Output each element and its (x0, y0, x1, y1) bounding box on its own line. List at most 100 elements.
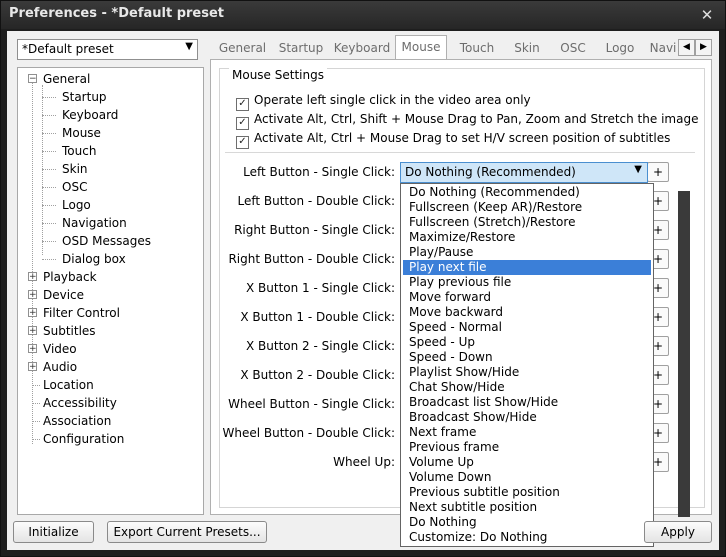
tree-guide (32, 439, 40, 440)
dropdown-option[interactable]: Move backward (403, 305, 651, 320)
tab-skin[interactable]: Skin (507, 37, 547, 59)
collapse-icon[interactable]: − (28, 74, 37, 84)
client-area: *Default preset ▼ − General Startup Keyboar… (7, 31, 719, 550)
dropdown-option[interactable]: Broadcast list Show/Hide (403, 395, 651, 410)
dropdown-option[interactable]: Broadcast Show/Hide (403, 410, 651, 425)
mouse-action-label: X Button 2 - Double Click: (240, 368, 395, 382)
action-dropdown-list[interactable]: Do Nothing (Recommended) Fullscreen (Keep… (400, 183, 654, 547)
dropdown-option[interactable]: Move forward (403, 290, 651, 305)
tree-item-video[interactable]: Video (43, 340, 77, 358)
tree-item-osc[interactable]: OSC (62, 178, 87, 196)
tree-item-device[interactable]: Device (43, 286, 84, 304)
dropdown-option[interactable]: Speed - Down (403, 350, 651, 365)
tree-guide (42, 205, 56, 206)
tree-guide (42, 97, 56, 98)
apply-button[interactable]: Apply (644, 521, 712, 543)
checkmark-icon[interactable]: ✓ (236, 117, 249, 130)
dropdown-option[interactable]: Fullscreen (Keep AR)/Restore (403, 200, 651, 215)
tree-item-mouse[interactable]: Mouse (62, 124, 101, 142)
tab-logo[interactable]: Logo (597, 37, 643, 59)
dropdown-option[interactable]: Fullscreen (Stretch)/Restore (403, 215, 651, 230)
tree-guide (32, 403, 40, 404)
dropdown-option[interactable]: Customize: Do Nothing (403, 530, 651, 545)
dropdown-option[interactable]: Speed - Up (403, 335, 651, 350)
category-tree[interactable]: − General Startup Keyboard Mouse Touch Skin OSC… (17, 67, 204, 515)
mouse-action-label: X Button 2 - Single Click: (246, 339, 395, 353)
checkbox-option[interactable]: ✓ Activate Alt, Ctrl, Shift + Mouse Drag … (236, 111, 698, 130)
initialize-button[interactable]: Initialize (13, 521, 94, 543)
tab-navi[interactable]: Navi (647, 37, 679, 59)
checkbox-option[interactable]: ✓ Operate left single click in the video … (236, 92, 531, 111)
tab-mouse[interactable]: Mouse (395, 35, 447, 59)
dropdown-option[interactable]: Play previous file (403, 275, 651, 290)
mouse-action-label: Left Button - Single Click: (243, 165, 395, 179)
tree-guide (32, 385, 40, 386)
dropdown-option[interactable]: Do Nothing (403, 515, 651, 530)
dropdown-option[interactable]: Do Nothing (Recommended) (403, 185, 651, 200)
tree-item-accessibility[interactable]: Accessibility (43, 394, 117, 412)
title-bar[interactable]: Preferences - *Default preset ✕ (1, 1, 725, 29)
tree-guide (42, 187, 56, 188)
tree-item-subtitles[interactable]: Subtitles (43, 322, 96, 340)
tab-osc[interactable]: OSC (551, 37, 595, 59)
checkbox-option[interactable]: ✓ Activate Alt, Ctrl + Mouse Drag to set … (236, 130, 671, 149)
mouse-action-label: Wheel Up: (333, 455, 395, 469)
left-single-click-combobox[interactable]: Do Nothing (Recommended) ▼ (400, 162, 648, 183)
tree-guide (42, 169, 56, 170)
tree-item-association[interactable]: Association (43, 412, 111, 430)
dropdown-option[interactable]: Previous frame (403, 440, 651, 455)
tree-item-touch[interactable]: Touch (62, 142, 96, 160)
tree-guide (42, 85, 43, 255)
tab-scroll-right-icon[interactable]: ▶ (695, 39, 712, 56)
tree-item-configuration[interactable]: Configuration (43, 430, 124, 448)
tree-item-startup[interactable]: Startup (62, 88, 107, 106)
tree-item-navigation[interactable]: Navigation (62, 214, 127, 232)
dropdown-option[interactable]: Volume Up (403, 455, 651, 470)
tab-general[interactable]: General (215, 37, 270, 59)
tree-item-playback[interactable]: Playback (43, 268, 97, 286)
tree-item-location[interactable]: Location (43, 376, 94, 394)
dropdown-option[interactable]: Next frame (403, 425, 651, 440)
tree-item-logo[interactable]: Logo (62, 196, 91, 214)
expand-icon[interactable]: + (28, 308, 37, 318)
preset-combobox[interactable]: *Default preset ▼ (17, 39, 198, 60)
chevron-down-icon: ▼ (185, 41, 193, 52)
dropdown-option[interactable]: Previous subtitle position (403, 485, 651, 500)
tree-item-audio[interactable]: Audio (43, 358, 77, 376)
tree-guide (32, 82, 33, 444)
dropdown-option[interactable]: Volume Down (403, 470, 651, 485)
tree-item-osd-messages[interactable]: OSD Messages (62, 232, 151, 250)
expand-icon[interactable]: + (28, 362, 37, 372)
tree-guide (42, 151, 56, 152)
tree-item-keyboard[interactable]: Keyboard (62, 106, 118, 124)
dropdown-option[interactable]: Maximize/Restore (403, 230, 651, 245)
expand-icon[interactable]: + (28, 326, 37, 336)
tab-keyboard[interactable]: Keyboard (329, 37, 395, 59)
group-label: Mouse Settings (229, 68, 327, 82)
mouse-action-label: Left Button - Double Click: (237, 194, 395, 208)
checkmark-icon[interactable]: ✓ (236, 98, 249, 111)
tree-item-filter-control[interactable]: Filter Control (43, 304, 120, 322)
export-presets-button[interactable]: Export Current Presets... (107, 521, 267, 543)
expand-icon[interactable]: + (28, 290, 37, 300)
tab-touch[interactable]: Touch (452, 37, 502, 59)
vertical-scrollbar[interactable] (678, 191, 690, 517)
dropdown-option[interactable]: Chat Show/Hide (403, 380, 651, 395)
tree-item-general[interactable]: General (43, 70, 90, 88)
dropdown-option[interactable]: Play/Pause (403, 245, 651, 260)
checkbox-label: Activate Alt, Ctrl + Mouse Drag to set H… (254, 131, 671, 145)
expand-icon[interactable]: + (28, 344, 37, 354)
tree-item-skin[interactable]: Skin (62, 160, 88, 178)
tree-item-dialog-box[interactable]: Dialog box (62, 250, 126, 268)
checkmark-icon[interactable]: ✓ (236, 136, 249, 149)
dropdown-option[interactable]: Next subtitle position (403, 500, 651, 515)
expand-icon[interactable]: + (28, 272, 37, 282)
close-icon[interactable]: ✕ (697, 5, 717, 25)
dropdown-option[interactable]: Speed - Normal (403, 320, 651, 335)
tab-scroll-left-icon[interactable]: ◀ (678, 39, 695, 56)
tab-startup[interactable]: Startup (273, 37, 329, 59)
dropdown-option[interactable]: Playlist Show/Hide (403, 365, 651, 380)
mouse-action-label: Right Button - Single Click: (234, 223, 395, 237)
dropdown-option[interactable]: Play next file (403, 260, 651, 275)
add-icon[interactable]: + (647, 162, 669, 182)
